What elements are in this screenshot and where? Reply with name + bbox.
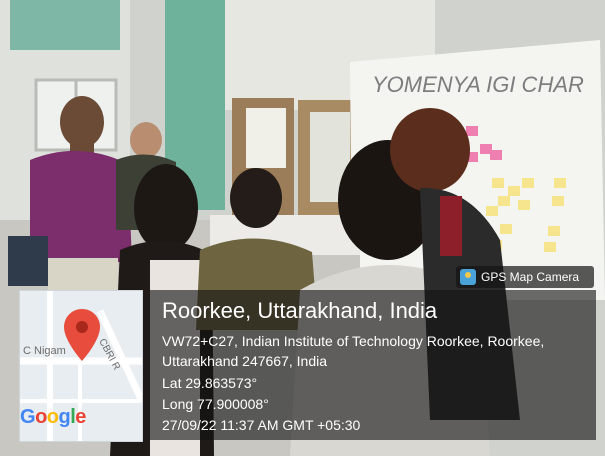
chart-paper-text: YOMENYA IGI CHAR (372, 72, 584, 97)
google-logo-letter: g (58, 406, 71, 428)
latitude: Lat 29.863573° (162, 375, 258, 391)
map-street-label: C Nigam (23, 345, 66, 357)
address-line-1: VW72+C27, Indian Institute of Technology… (162, 333, 545, 349)
google-logo-letter: e (75, 406, 86, 428)
camera-pin-icon (460, 269, 476, 285)
longitude: Long 77.900008° (162, 396, 269, 412)
address-line-2: Uttarakhand 247667, India (162, 353, 328, 369)
location-title: Roorkee, Uttarakhand, India (162, 298, 438, 323)
badge-label: GPS Map Camera (481, 270, 580, 284)
map-pin-icon (64, 309, 100, 361)
gps-map-camera-badge: GPS Map Camera (456, 266, 594, 288)
google-logo-letter: o (46, 406, 59, 428)
map-thumbnail: C Nigam CBRI R Google (19, 290, 143, 442)
google-logo-letter: o (35, 406, 47, 428)
location-stamp: Roorkee, Uttarakhand, India VW72+C27, In… (150, 290, 596, 440)
google-logo: Google (20, 406, 86, 429)
datetime: 27/09/22 11:37 AM GMT +05:30 (162, 417, 361, 433)
google-logo-letter: G (20, 406, 36, 428)
photo-frame: YOMENYA IGI CHAR GPS Map Camera C Nigam … (0, 0, 605, 456)
